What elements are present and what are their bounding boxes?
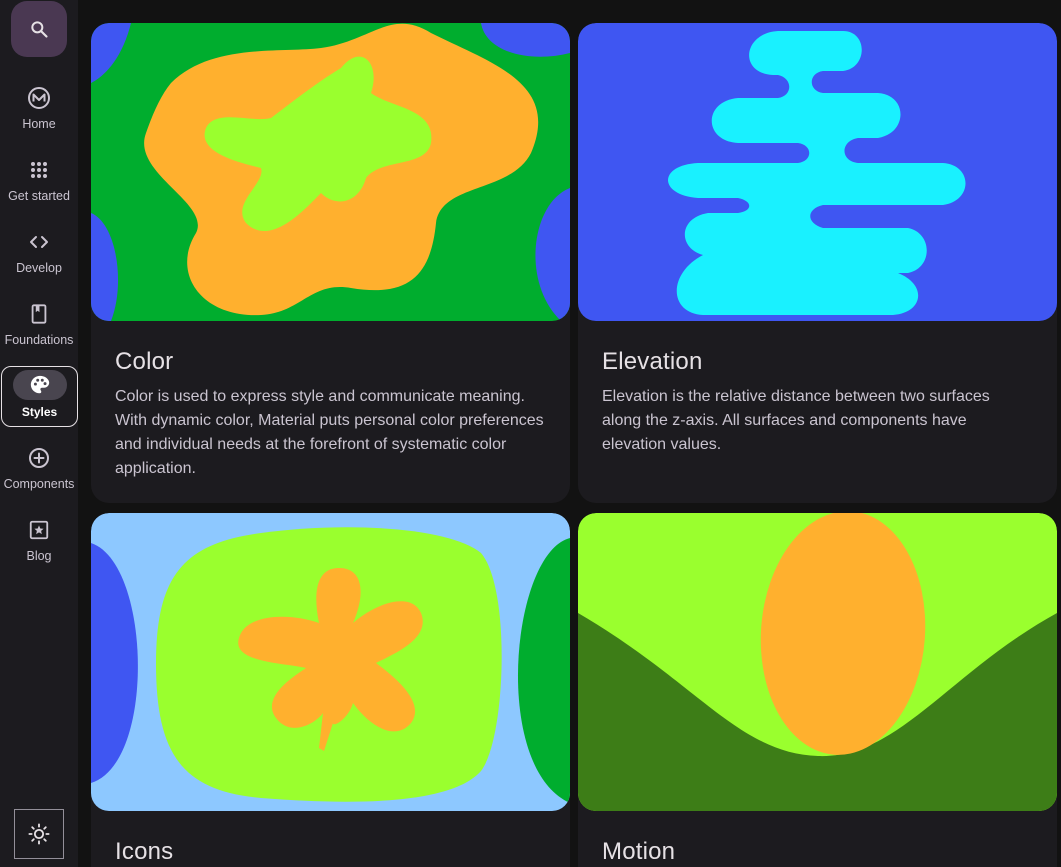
nav-item-label: Home bbox=[22, 117, 56, 131]
nav-item-develop[interactable]: Develop bbox=[0, 226, 78, 288]
nav-item-blog[interactable]: Blog bbox=[0, 514, 78, 576]
nav-item-label: Styles bbox=[21, 405, 58, 419]
nav-item-label: Components bbox=[3, 477, 75, 491]
card-description: Elevation is the relative distance betwe… bbox=[602, 388, 990, 453]
nav-item-home[interactable]: Home bbox=[0, 82, 78, 144]
brightness-icon bbox=[28, 823, 50, 845]
add-circle-icon bbox=[29, 448, 49, 468]
icons-hero-image bbox=[91, 513, 570, 811]
motion-hero-image bbox=[578, 513, 1057, 811]
nav-item-get-started[interactable]: Get started bbox=[0, 154, 78, 216]
nav-item-components[interactable]: Components bbox=[0, 442, 78, 504]
card-title: Motion bbox=[602, 838, 676, 865]
search-icon bbox=[31, 21, 48, 38]
card-motion[interactable]: Motion bbox=[578, 513, 1057, 867]
nav-item-label: Foundations bbox=[4, 333, 74, 347]
code-icon bbox=[30, 236, 48, 248]
card-title: Icons bbox=[115, 838, 174, 865]
navigation-rail: Home Get started Develop Foundations Sty… bbox=[0, 0, 78, 867]
nav-item-styles[interactable]: Styles bbox=[1, 366, 78, 427]
card-elevation[interactable]: Elevation Elevation is the relative dist… bbox=[578, 23, 1057, 503]
theme-toggle-button[interactable] bbox=[14, 809, 64, 859]
card-description: Color is used to express style and commu… bbox=[115, 388, 544, 477]
book-icon bbox=[31, 304, 47, 324]
nav-item-label: Develop bbox=[16, 261, 62, 275]
card-title: Elevation bbox=[602, 348, 703, 375]
palette-icon bbox=[30, 375, 49, 394]
material-logo-icon bbox=[28, 87, 50, 109]
card-icons[interactable]: Icons bbox=[91, 513, 570, 867]
elevation-hero-image bbox=[578, 23, 1057, 321]
nav-item-label: Blog bbox=[26, 549, 52, 563]
color-hero-image bbox=[91, 23, 570, 321]
search-button[interactable] bbox=[11, 1, 67, 57]
nav-item-foundations[interactable]: Foundations bbox=[0, 298, 78, 360]
apps-grid-icon bbox=[31, 162, 47, 178]
nav-item-label: Get started bbox=[8, 189, 70, 203]
card-color[interactable]: Color Color is used to express style and… bbox=[91, 23, 570, 503]
star-square-icon bbox=[29, 520, 49, 540]
card-title: Color bbox=[115, 348, 174, 375]
